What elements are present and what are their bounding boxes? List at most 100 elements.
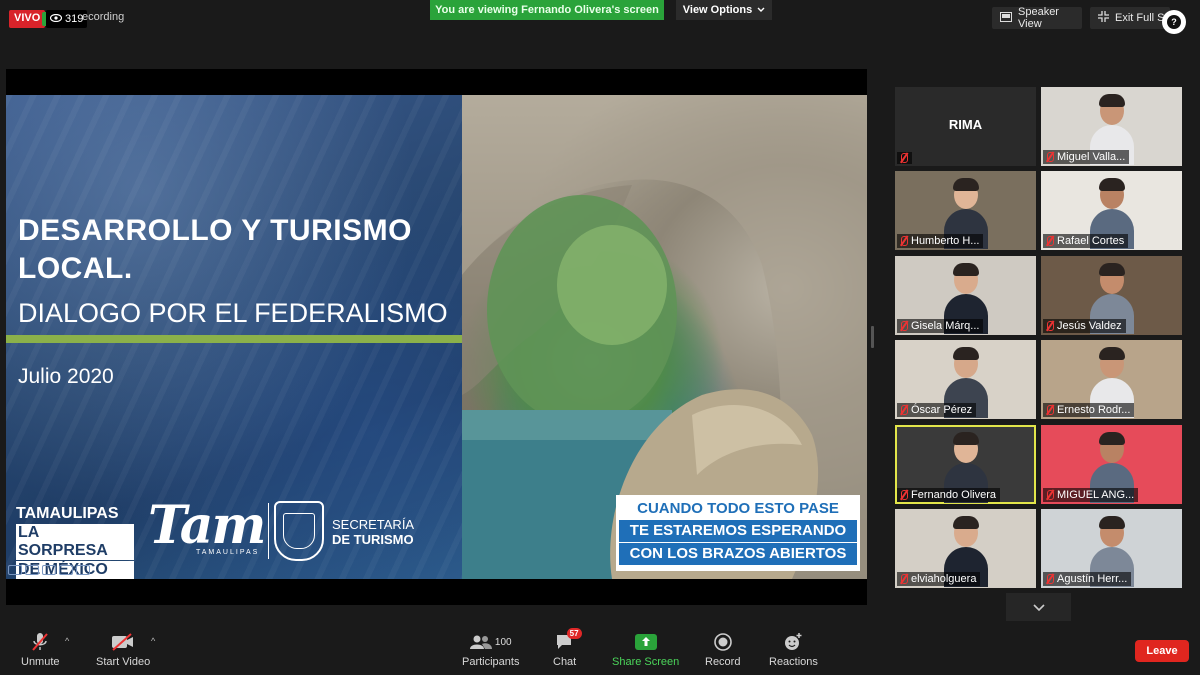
mic-muted-icon — [1045, 236, 1054, 246]
chevron-down-icon — [757, 4, 765, 16]
zoom-icon[interactable] — [59, 565, 73, 575]
slide-banner: CUANDO TODO ESTO PASE TE ESTAREMOS ESPER… — [616, 495, 860, 571]
help-button[interactable]: ? — [1162, 10, 1186, 34]
mic-muted-icon — [31, 632, 49, 652]
participant-name-tag: Miguel Valla... — [1043, 150, 1130, 164]
mic-muted-icon — [1045, 490, 1054, 500]
participant-name-tag: MIGUEL ANG... — [1043, 488, 1139, 502]
participant-tile[interactable]: Miguel Valla... — [1041, 87, 1182, 166]
participants-count: 100 — [494, 636, 512, 648]
participant-name: Agustín Herr... — [1057, 573, 1128, 585]
participant-tile[interactable]: MIGUEL ANG... — [1041, 425, 1182, 504]
participant-tile[interactable]: Gisela Márq... — [895, 256, 1036, 335]
question-icon: ? — [1167, 15, 1181, 29]
live-badge: VIVO — [9, 10, 46, 28]
participant-video — [1089, 516, 1134, 587]
participant-tile[interactable]: Óscar Pérez — [895, 340, 1036, 419]
next-slide-icon[interactable] — [76, 565, 90, 575]
participant-tile[interactable]: Agustín Herr... — [1041, 509, 1182, 588]
exit-full-screen-button[interactable]: Exit Full Sc — [1090, 7, 1170, 29]
participant-name: Jesús Valdez — [1057, 320, 1122, 332]
participant-video — [943, 263, 988, 334]
mic-muted-icon — [899, 490, 908, 500]
share-screen-label: Share Screen — [612, 656, 680, 668]
leave-button[interactable]: Leave — [1135, 640, 1189, 662]
presentation-slide: DESARROLLO Y TURISMO LOCAL. DIALOGO POR … — [6, 95, 867, 579]
grid-icon — [1000, 11, 1012, 25]
participants-button[interactable]: 100 Participants — [462, 632, 519, 668]
participant-tile[interactable]: Humberto H... — [895, 171, 1036, 250]
audio-options-caret[interactable]: ^ — [65, 636, 69, 646]
participant-name-tag — [897, 152, 912, 164]
participant-name: Fernando Olivera — [911, 489, 996, 501]
participant-name: Óscar Pérez — [911, 404, 973, 416]
speaker-view-button[interactable]: Speaker View — [992, 6, 1082, 30]
participant-tile[interactable]: elviaholguera — [895, 509, 1036, 588]
record-icon — [713, 632, 732, 652]
participant-name-tag: Fernando Olivera — [897, 488, 1000, 502]
mic-muted-icon — [1045, 152, 1054, 162]
start-video-button[interactable]: Start Video — [96, 632, 150, 668]
chat-button[interactable]: 57 Chat — [553, 628, 582, 668]
start-video-label: Start Video — [96, 656, 151, 668]
chat-label: Chat — [553, 656, 577, 668]
prev-slide-icon[interactable] — [8, 565, 22, 575]
participant-name-tag: Agustín Herr... — [1043, 572, 1132, 586]
mic-muted-icon — [899, 321, 908, 331]
participant-video — [1089, 178, 1134, 249]
reactions-label: Reactions — [769, 656, 818, 668]
secretaria-line2: DE TURISMO — [332, 532, 414, 547]
participant-tile[interactable]: RIMA — [895, 87, 1036, 166]
slide-subtitle: DIALOGO POR EL FEDERALISMO — [18, 298, 448, 328]
record-button[interactable]: Record — [705, 632, 740, 668]
view-options-button[interactable]: View Options — [676, 0, 772, 20]
brand-line2: LA SORPRESA — [16, 524, 134, 560]
viewing-screen-banner: You are viewing Fernando Olivera's scree… — [430, 0, 664, 20]
secretaria-logo: SECRETARÍA DE TURISMO — [332, 517, 414, 547]
participant-name-tag: Humberto H... — [897, 234, 984, 248]
participant-tile[interactable]: Rafael Cortes — [1041, 171, 1182, 250]
slide-nav-controls — [8, 565, 90, 575]
participant-name-tag: elviaholguera — [897, 572, 981, 586]
participant-tile[interactable]: Fernando Olivera — [895, 425, 1036, 504]
mic-muted-icon — [899, 405, 908, 415]
video-options-caret[interactable]: ^ — [151, 636, 155, 646]
participant-name-tag: Óscar Pérez — [897, 403, 977, 417]
share-screen-button[interactable]: Share Screen — [612, 632, 679, 668]
shared-screen: DESARROLLO Y TURISMO LOCAL. DIALOGO POR … — [6, 69, 867, 605]
tam-logo-sub: TAMAULIPAS — [196, 549, 260, 556]
viewer-count-value: 319 — [65, 13, 84, 25]
slide-title-line1: DESARROLLO Y TURISMO — [18, 214, 412, 247]
participant-name-tag: Rafael Cortes — [1043, 234, 1129, 248]
eye-icon — [49, 13, 63, 25]
unmute-label: Unmute — [21, 656, 60, 668]
view-options-label: View Options — [682, 4, 753, 16]
banner-line2: TE ESTAREMOS ESPERANDO — [619, 520, 857, 542]
banner-line3: CON LOS BRAZOS ABIERTOS — [619, 543, 857, 565]
participant-tile[interactable]: Ernesto Rodr... — [1041, 340, 1182, 419]
menu-icon[interactable] — [42, 565, 56, 575]
brand-line1: TAMAULIPAS — [16, 505, 119, 522]
slide-title: DESARROLLO Y TURISMO LOCAL. — [18, 212, 412, 288]
participant-name: Miguel Valla... — [1057, 151, 1126, 163]
speaker-view-label: Speaker View — [1018, 6, 1059, 30]
pen-icon[interactable] — [25, 565, 39, 575]
chat-icon: 57 — [555, 628, 582, 652]
exit-fullscreen-icon — [1098, 11, 1109, 25]
participant-video — [1089, 432, 1134, 503]
mic-muted-icon — [899, 153, 908, 163]
mic-muted-icon — [1045, 321, 1054, 331]
chevron-down-icon — [1032, 599, 1045, 615]
recording-label: ecording — [82, 11, 125, 23]
slide-divider — [6, 335, 462, 343]
unmute-button[interactable]: Unmute — [21, 632, 60, 668]
reactions-button[interactable]: Reactions — [769, 632, 818, 668]
collapse-gallery-button[interactable] — [1006, 593, 1071, 621]
record-label: Record — [705, 656, 741, 668]
participant-name: Gisela Márq... — [911, 320, 980, 332]
split-resize-handle[interactable] — [871, 326, 874, 348]
participant-video — [943, 347, 988, 418]
participant-name-tag: Jesús Valdez — [1043, 319, 1126, 333]
participant-tile[interactable]: Jesús Valdez — [1041, 256, 1182, 335]
participant-video — [943, 178, 988, 249]
